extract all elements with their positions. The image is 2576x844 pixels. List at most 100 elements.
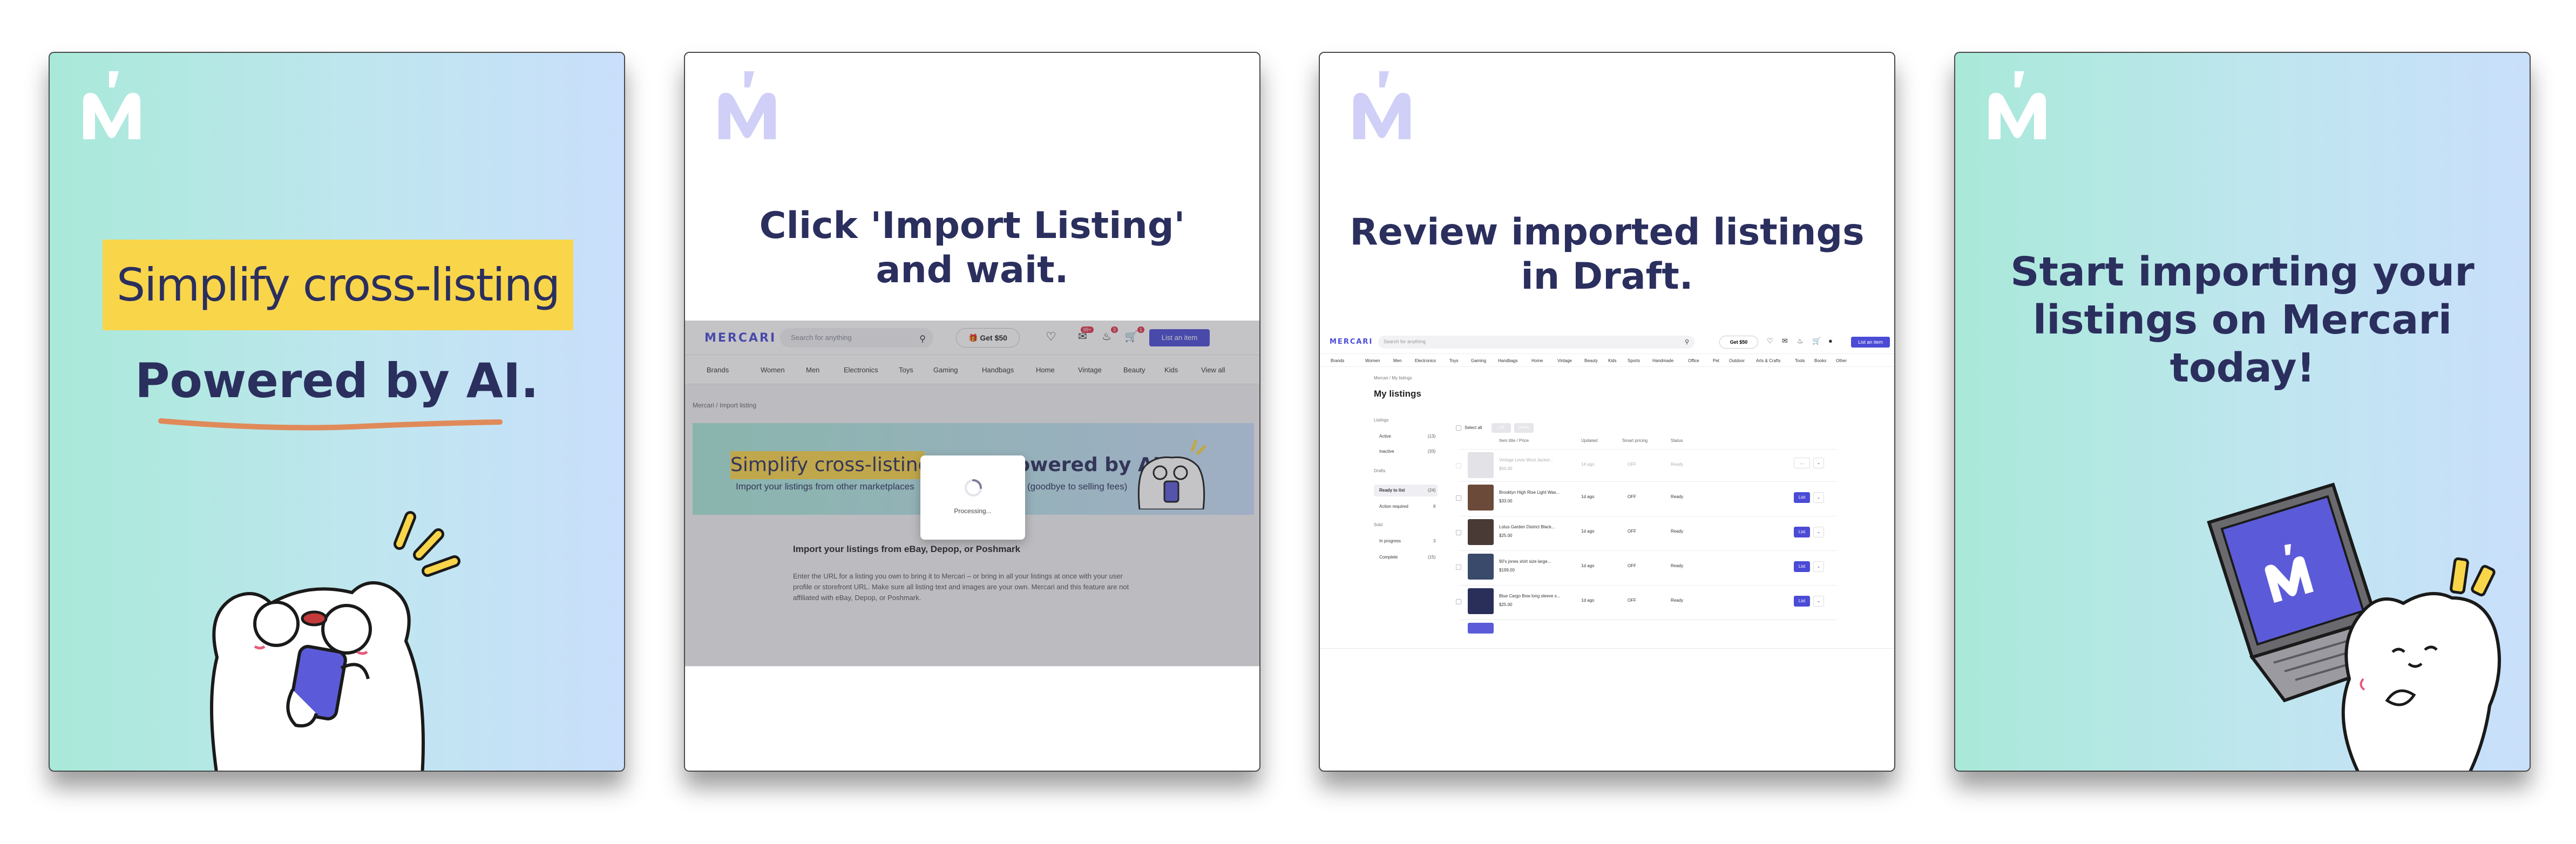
avatar[interactable]: ● <box>1828 337 1833 345</box>
item-price: $33.00 <box>1499 499 1513 503</box>
underline-swoosh <box>158 418 503 431</box>
nav-item[interactable]: Books <box>1814 358 1826 363</box>
list-button[interactable]: List <box>1794 561 1810 572</box>
heading-line-1: Start importing your <box>2010 249 2475 295</box>
row-checkbox[interactable] <box>1456 495 1461 501</box>
row-checkbox[interactable] <box>1456 530 1461 535</box>
item-thumbnail <box>1468 485 1494 511</box>
nav-item[interactable]: Beauty <box>1584 358 1598 363</box>
nav-item[interactable]: Handbags <box>1498 358 1517 363</box>
more-icon[interactable]: ⌄ <box>1813 458 1824 468</box>
item-thumbnail <box>1468 623 1494 634</box>
sidebar-item-active[interactable]: Active <box>1379 434 1391 439</box>
item-status: Ready <box>1671 529 1684 534</box>
nav-item[interactable]: Men <box>1393 358 1402 363</box>
column-header: Updated <box>1581 438 1598 443</box>
item-title[interactable]: Brooklyn High Rise Light Was... <box>1499 490 1560 495</box>
more-icon[interactable]: ⌄ <box>1813 492 1824 503</box>
sidebar-item-complete[interactable]: Complete <box>1379 555 1398 560</box>
sidebar-item-ready[interactable]: Ready to list <box>1379 488 1405 493</box>
item-price: $25.00 <box>1499 602 1513 607</box>
list-button[interactable]: List <box>1794 596 1810 607</box>
bear-with-laptop-icon <box>2207 482 2501 771</box>
item-title[interactable]: Lotus Garden District Black... <box>1499 525 1555 529</box>
nav-item[interactable]: Other <box>1836 358 1847 363</box>
column-header: Smart pricing <box>1622 438 1648 443</box>
select-all-checkbox[interactable] <box>1456 425 1461 431</box>
select-all-label: Select all <box>1465 425 1482 430</box>
item-title[interactable]: Vintage Levis Wool Jacket... <box>1499 458 1553 462</box>
nav-item[interactable]: Pet <box>1713 358 1719 363</box>
item-title[interactable]: Blue Cargo Bow long sleeve s... <box>1499 594 1560 598</box>
sidebar-count: 3 <box>1433 539 1436 543</box>
more-icon[interactable]: ⌄ <box>1813 527 1824 537</box>
card-review: Review imported listings in Draft. MERCA… <box>1319 52 1895 772</box>
nav-item[interactable]: Tools <box>1795 358 1805 363</box>
item-thumbnail <box>1468 554 1494 580</box>
list-button[interactable]: List <box>1794 492 1810 503</box>
nav-item[interactable]: Outdoor <box>1729 358 1745 363</box>
cart-icon[interactable]: 🛒 <box>1812 337 1821 345</box>
divider <box>1459 585 1837 586</box>
bulk-list-button[interactable]: List <box>1492 423 1511 433</box>
item-pricing: OFF <box>1628 529 1636 534</box>
nav-item[interactable]: Office <box>1688 358 1699 363</box>
list-item-button[interactable]: List an item <box>1851 337 1890 348</box>
nav-item[interactable]: Brands <box>1331 358 1344 363</box>
item-title[interactable]: 90's jones shirt size large... <box>1499 559 1551 564</box>
heading-line-2: and wait. <box>876 248 1069 291</box>
item-status: Ready <box>1671 462 1684 467</box>
heading-line-3: today! <box>2170 344 2315 391</box>
heading-line-2: in Draft. <box>1521 255 1693 298</box>
powered-by-ai-heading: Powered by AI. <box>135 353 539 409</box>
row-checkbox[interactable] <box>1456 599 1461 604</box>
row-checkbox[interactable] <box>1456 564 1461 570</box>
item-price: $199.00 <box>1499 568 1515 573</box>
card-heading: Review imported listings in Draft. <box>1320 210 1894 298</box>
nav-item[interactable]: Home <box>1531 358 1543 363</box>
sidebar-count: (33) <box>1428 449 1436 454</box>
row-checkbox[interactable] <box>1456 463 1461 468</box>
nav-item[interactable]: Handmade <box>1652 358 1673 363</box>
column-header: Item title / Price <box>1499 438 1529 443</box>
search-icon[interactable]: ⚲ <box>1685 338 1689 345</box>
search-placeholder: Search for anything <box>1384 339 1426 344</box>
sidebar-item-action[interactable]: Action required <box>1379 504 1408 509</box>
messages-icon[interactable]: ✉ <box>1782 337 1788 345</box>
more-icon[interactable]: ⌄ <box>1813 596 1824 607</box>
item-updated: 1d ago <box>1581 494 1595 499</box>
loading-spinner-icon <box>965 479 982 496</box>
page-title: My listings <box>1374 389 1421 399</box>
processing-modal: Processing... <box>920 455 1025 540</box>
heart-icon[interactable]: ♡ <box>1767 337 1773 345</box>
sidebar-count: (24) <box>1428 488 1436 493</box>
item-status: Ready <box>1671 598 1684 603</box>
card-start: Start importing your listings on Mercari… <box>1954 52 2531 772</box>
item-thumbnail <box>1468 588 1494 614</box>
column-header: Status <box>1671 438 1683 443</box>
get-reward-button[interactable]: Get $50 <box>1719 336 1758 349</box>
sidebar-item-in-progress[interactable]: In progress <box>1379 539 1401 543</box>
nav-item[interactable]: Vintage <box>1557 358 1572 363</box>
sidebar-item-inactive[interactable]: Inactive <box>1379 449 1394 454</box>
bulk-delete-button[interactable]: Delete <box>1514 423 1534 433</box>
nav-item[interactable]: Electronics <box>1415 358 1436 363</box>
nav-item[interactable]: Women <box>1365 358 1380 363</box>
nav-item[interactable]: Kids <box>1608 358 1617 363</box>
item-updated: 14 ago <box>1581 462 1595 467</box>
bell-icon[interactable]: ♨ <box>1797 337 1804 345</box>
nav-item[interactable]: Gaming <box>1471 358 1486 363</box>
heading-line-2: listings on Mercari <box>2032 296 2452 343</box>
heading-line-1: Click 'Import Listing' <box>759 205 1185 247</box>
nav-item[interactable]: Toys <box>1449 358 1458 363</box>
sidebar-count: (13) <box>1428 434 1436 439</box>
item-thumbnail <box>1468 519 1494 545</box>
site-logo[interactable]: MERCARI <box>1330 338 1373 346</box>
bear-with-phone-icon <box>210 511 460 771</box>
row-loading-button[interactable]: … <box>1794 458 1810 468</box>
search-input[interactable]: Search for anything ⚲ <box>1378 336 1694 349</box>
more-icon[interactable]: ⌄ <box>1813 561 1824 572</box>
nav-item[interactable]: Arts & Crafts <box>1756 358 1780 363</box>
list-button[interactable]: List <box>1794 527 1810 537</box>
nav-item[interactable]: Sports <box>1628 358 1640 363</box>
